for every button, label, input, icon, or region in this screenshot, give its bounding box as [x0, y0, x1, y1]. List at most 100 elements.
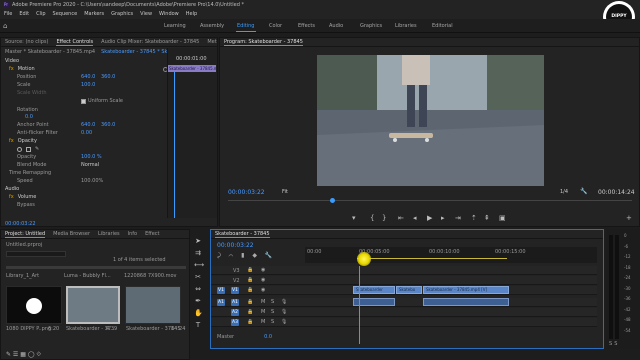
step-forward-icon[interactable]: ▸	[441, 214, 445, 222]
mic-icon[interactable]: 🎙	[281, 319, 287, 325]
volume-row[interactable]: fx Volume	[9, 193, 36, 201]
track-target-v1[interactable]: V1	[231, 287, 239, 294]
time-remap-row[interactable]: Time Remapping	[9, 169, 51, 177]
go-to-in-icon[interactable]: ⇤	[398, 214, 404, 222]
playhead-line[interactable]	[359, 266, 360, 344]
step-back-icon[interactable]: ◂	[413, 214, 417, 222]
source-patch-v1[interactable]: V1	[217, 287, 225, 294]
workspace-editing[interactable]: Editing	[237, 23, 254, 29]
master-clip-label[interactable]: Master * Skateboarder - 37845.mp4	[5, 49, 95, 55]
tab-project[interactable]: Project: Untitled	[5, 231, 46, 238]
play-icon[interactable]: ▶	[427, 214, 432, 222]
lift-icon[interactable]: ⇡	[471, 214, 477, 222]
tab-info[interactable]: Info	[128, 231, 137, 237]
tab-effects[interactable]: Effect	[145, 231, 159, 237]
program-scrub-bar[interactable]	[228, 200, 632, 201]
lock-icon[interactable]: 🔒	[247, 309, 253, 315]
mic-icon[interactable]: 🎙	[281, 309, 287, 315]
workspace-editorial[interactable]: Editorial	[432, 23, 453, 29]
export-frame-icon[interactable]: ▣	[499, 214, 506, 222]
timeline-snap-icons[interactable]: ⤸ ⌒ ▮ ◆ 🔧	[217, 252, 275, 260]
solo-icon[interactable]: S	[271, 309, 274, 315]
project-item-name[interactable]: Luma - Bubbly Fl...	[64, 273, 111, 279]
timeline-clip[interactable]: Skatebo	[396, 286, 422, 294]
master-value[interactable]: 0.0	[264, 334, 272, 340]
go-to-out-icon[interactable]: ⇥	[455, 214, 461, 222]
mini-clip-bar[interactable]: Skateboarder - 37845.mp4	[168, 65, 216, 72]
project-item-name[interactable]: Library_1_Art	[6, 273, 39, 279]
menu-help[interactable]: Help	[186, 11, 197, 17]
add-button-icon[interactable]: +	[626, 214, 632, 222]
menu-markers[interactable]: Markers	[84, 11, 104, 17]
blend-dropdown[interactable]: Normal	[81, 162, 99, 168]
ellipse-mask-icon[interactable]	[17, 146, 22, 152]
track-target-a1[interactable]: A1	[231, 299, 239, 306]
solo-icon[interactable]: S	[271, 299, 274, 305]
audio-clip[interactable]	[423, 298, 509, 306]
add-marker-icon[interactable]: ▾	[352, 214, 356, 222]
track-target-a2[interactable]: A2	[231, 309, 239, 316]
position-x[interactable]: 640.0	[81, 74, 95, 80]
track-select-icon[interactable]: ⇉	[194, 249, 202, 257]
lock-icon[interactable]: 🔒	[247, 287, 253, 293]
pen-mask-icon[interactable]: ✎	[35, 146, 39, 152]
type-tool-icon[interactable]: T	[194, 321, 202, 329]
tab-source[interactable]: Source: (no clips)	[5, 39, 48, 45]
menu-clip[interactable]: Clip	[36, 11, 45, 17]
opacity-value[interactable]: 100.0 %	[81, 154, 102, 160]
menu-file[interactable]: File	[4, 11, 12, 17]
mark-in-icon[interactable]: {	[370, 214, 374, 222]
uniform-scale-checkbox[interactable]	[81, 98, 86, 104]
speed-value[interactable]: 100.00%	[81, 178, 103, 184]
project-thumb-skate-1[interactable]	[66, 286, 120, 324]
home-icon[interactable]: ⌂	[3, 22, 11, 30]
menu-view[interactable]: View	[140, 11, 152, 17]
rotation-value[interactable]: 0.0	[25, 114, 33, 120]
work-area-bar[interactable]	[357, 258, 507, 259]
lock-icon[interactable]: 🔒	[247, 277, 253, 283]
anchor-y[interactable]: 360.0	[101, 122, 115, 128]
mark-out-icon[interactable]: }	[382, 214, 386, 222]
effect-timecode-value[interactable]: 00:00:03:22	[5, 221, 36, 227]
workspace-effects[interactable]: Effects	[298, 23, 315, 29]
uniform-scale-row[interactable]: Uniform Scale	[81, 97, 123, 105]
track-target-a3[interactable]: A3	[231, 319, 239, 326]
workspace-graphics[interactable]: Graphics	[360, 23, 382, 29]
opacity-section[interactable]: fx Opacity	[9, 137, 37, 145]
eye-icon[interactable]: ◉	[261, 277, 265, 283]
lock-icon[interactable]: 🔒	[247, 267, 253, 273]
source-patch-a1[interactable]: A1	[217, 299, 225, 306]
hand-tool-icon[interactable]: ✋	[194, 309, 203, 317]
extract-icon[interactable]: ⇞	[484, 214, 490, 222]
anchor-x[interactable]: 640.0	[81, 122, 95, 128]
pen-tool-icon[interactable]: ✒	[194, 297, 202, 305]
resolution-dropdown[interactable]: 1/4	[560, 189, 568, 195]
mute-icon[interactable]: M	[261, 309, 265, 315]
tab-program[interactable]: Program: Skateboarder - 37845	[224, 39, 303, 46]
razor-tool-icon[interactable]: ✂	[194, 273, 202, 281]
workspace-color[interactable]: Color	[269, 23, 282, 29]
workspace-learning[interactable]: Learning	[164, 23, 186, 29]
project-item-name[interactable]: 1080 DIPPY P..png	[6, 326, 51, 332]
mute-icon[interactable]: M	[261, 319, 265, 325]
new-item-icon[interactable]: ✎ ☰ ▦ ◯ ⟐	[6, 351, 41, 359]
timeline-clip[interactable]: Skateboarder - 37845.mp4 [V]	[423, 286, 509, 294]
menu-graphics[interactable]: Graphics	[111, 11, 133, 17]
selection-tool-icon[interactable]: ➤	[194, 237, 202, 245]
ripple-edit-icon[interactable]: ⟷	[194, 261, 204, 269]
mute-icon[interactable]: M	[261, 299, 265, 305]
workspace-assembly[interactable]: Assembly	[200, 23, 224, 29]
timeline-ruler[interactable]: 00:00 00:00:05:00 00:00:10:00 00:00:15:0…	[305, 247, 597, 263]
tab-media-browser[interactable]: Media Browser	[53, 231, 90, 237]
tab-effect-controls[interactable]: Effect Controls	[56, 39, 94, 46]
menu-edit[interactable]: Edit	[19, 11, 29, 17]
project-search-input[interactable]	[6, 251, 66, 257]
position-y[interactable]: 360.0	[101, 74, 115, 80]
menu-sequence[interactable]: Sequence	[53, 11, 78, 17]
mic-icon[interactable]: 🎙	[281, 299, 287, 305]
rectangle-mask-icon[interactable]	[26, 146, 31, 152]
workspace-audio[interactable]: Audio	[329, 23, 343, 29]
fit-dropdown[interactable]: Fit	[282, 189, 288, 195]
zoom-slider[interactable]	[6, 266, 186, 269]
antiflicker-value[interactable]: 0.00	[81, 130, 92, 136]
